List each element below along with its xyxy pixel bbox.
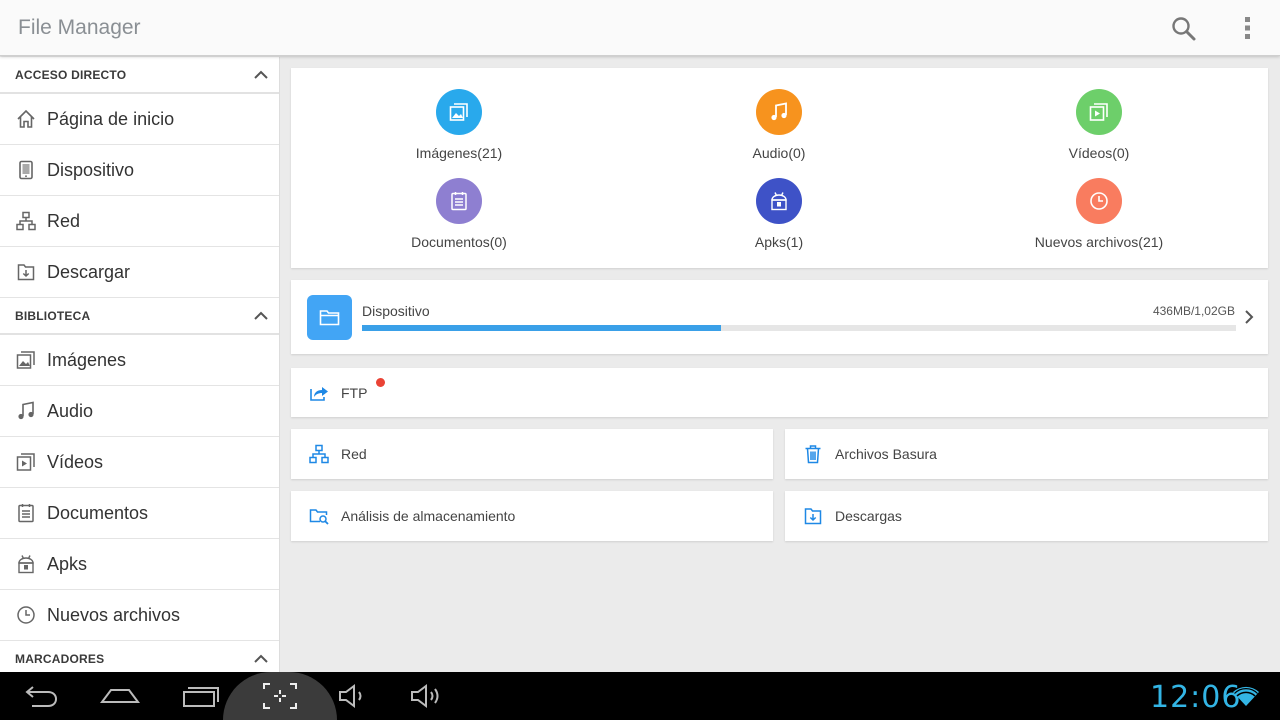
category-apks[interactable]: Apks(1) [669, 178, 889, 250]
sidebar-item-audio[interactable]: Audio [0, 386, 279, 437]
storage-analysis-button[interactable]: Análisis de almacenamiento [291, 491, 773, 541]
sidebar-item-label: Apks [47, 554, 88, 574]
device-icon [19, 160, 33, 180]
screenshot-icon[interactable] [258, 680, 302, 712]
category-label: Imágenes(21) [415, 145, 503, 161]
clock-icon [17, 606, 35, 624]
section-header-marcadores[interactable]: MARCADORES [0, 641, 279, 672]
download-icon [17, 264, 35, 281]
ftp-button[interactable]: FTP [291, 368, 1268, 417]
clock-icon [1076, 178, 1122, 224]
sidebar-item-apks[interactable]: Apks [0, 539, 279, 590]
category-label: Apks(1) [754, 234, 804, 250]
category-images[interactable]: Imágenes(21) [349, 89, 569, 161]
chevron-right-icon[interactable] [1242, 308, 1256, 326]
home-nav-icon[interactable] [98, 680, 142, 712]
storage-progress-fill [362, 325, 722, 331]
category-documents[interactable]: Documentos(0) [349, 178, 569, 250]
device-usage: 436MB/1,02GB [1152, 304, 1235, 318]
music-icon [756, 89, 802, 135]
trash-icon [805, 445, 821, 464]
android-icon [756, 178, 802, 224]
category-videos[interactable]: Vídeos(0) [989, 89, 1209, 161]
sidebar-item-documents[interactable]: Documentos [0, 488, 279, 539]
sidebar-item-network[interactable]: Red [0, 196, 279, 247]
notification-dot [376, 378, 385, 387]
system-nav-bar: 12:06 [0, 672, 1280, 720]
video-icon [16, 453, 35, 471]
section-header-acceso-directo[interactable]: ACCESO DIRECTO [0, 57, 279, 94]
category-label: Vídeos(0) [1068, 145, 1130, 161]
network-button[interactable]: Red [291, 429, 773, 479]
status-clock: 12:06 [1150, 680, 1242, 715]
sidebar-item-label: Vídeos [47, 452, 104, 472]
sidebar-item-label: Página de inicio [47, 109, 175, 129]
document-icon [18, 504, 34, 523]
sidebar-item-label: Imágenes [47, 350, 127, 370]
recent-apps-icon[interactable] [178, 680, 222, 712]
category-grid: Imágenes(21) Audio(0) Vídeos(0) Document… [291, 68, 1268, 268]
storage-progress-bar [362, 325, 1236, 331]
chevron-up-icon[interactable] [253, 67, 269, 83]
sidebar-item-label: Audio [47, 401, 94, 421]
device-name: Dispositivo [362, 303, 430, 319]
storage-analysis-label: Análisis de almacenamiento [341, 508, 516, 524]
chevron-up-icon[interactable] [253, 651, 269, 667]
sidebar-item-device[interactable]: Dispositivo [0, 145, 279, 196]
document-icon [436, 178, 482, 224]
search-icon[interactable] [1170, 15, 1198, 43]
app-bar: File Manager [0, 0, 1280, 56]
network-icon [309, 444, 329, 464]
sidebar-item-label: Documentos [47, 503, 149, 523]
app-title: File Manager [18, 16, 141, 39]
home-icon [17, 109, 35, 128]
volume-down-icon[interactable] [332, 680, 376, 712]
junk-files-button[interactable]: Archivos Basura [785, 429, 1268, 479]
ftp-share-icon [310, 387, 328, 401]
sidebar-item-videos[interactable]: Vídeos [0, 437, 279, 488]
folder-icon [307, 295, 352, 340]
sidebar-item-label: Descargar [47, 262, 131, 282]
network-icon [16, 211, 36, 231]
android-icon [18, 555, 34, 574]
video-icon [1076, 89, 1122, 135]
wifi-icon [1233, 686, 1259, 706]
chevron-up-icon[interactable] [253, 308, 269, 324]
sidebar-item-label: Nuevos archivos [47, 605, 181, 625]
ftp-label: FTP [341, 385, 368, 401]
music-icon [18, 401, 34, 420]
images-icon [436, 89, 482, 135]
sidebar-item-download[interactable]: Descargar [0, 247, 279, 298]
sidebar-item-home[interactable]: Página de inicio [0, 94, 279, 145]
sidebar: ACCESO DIRECTO Página de inicio Disposit… [0, 57, 280, 672]
network-label: Red [341, 446, 367, 462]
junk-files-label: Archivos Basura [835, 446, 937, 462]
images-icon [16, 351, 35, 369]
category-label: Documentos(0) [411, 234, 507, 250]
category-label: Audio(0) [752, 145, 806, 161]
sidebar-item-images[interactable]: Imágenes [0, 335, 279, 386]
category-recent[interactable]: Nuevos archivos(21) [989, 178, 1209, 250]
sidebar-item-label: Dispositivo [47, 160, 135, 180]
section-header-biblioteca[interactable]: BIBLIOTECA [0, 298, 279, 335]
device-storage-card[interactable]: Dispositivo 436MB/1,02GB [291, 280, 1268, 354]
sidebar-item-recent[interactable]: Nuevos archivos [0, 590, 279, 641]
category-audio[interactable]: Audio(0) [669, 89, 889, 161]
downloads-button[interactable]: Descargas [785, 491, 1268, 541]
back-icon[interactable] [18, 680, 62, 712]
category-label: Nuevos archivos(21) [1034, 234, 1164, 250]
download-icon [804, 508, 822, 525]
volume-up-icon[interactable] [404, 680, 448, 712]
sidebar-item-label: Red [47, 211, 81, 231]
storage-analysis-icon [309, 509, 329, 525]
downloads-label: Descargas [835, 508, 902, 524]
overflow-menu-icon[interactable] [1236, 14, 1260, 42]
